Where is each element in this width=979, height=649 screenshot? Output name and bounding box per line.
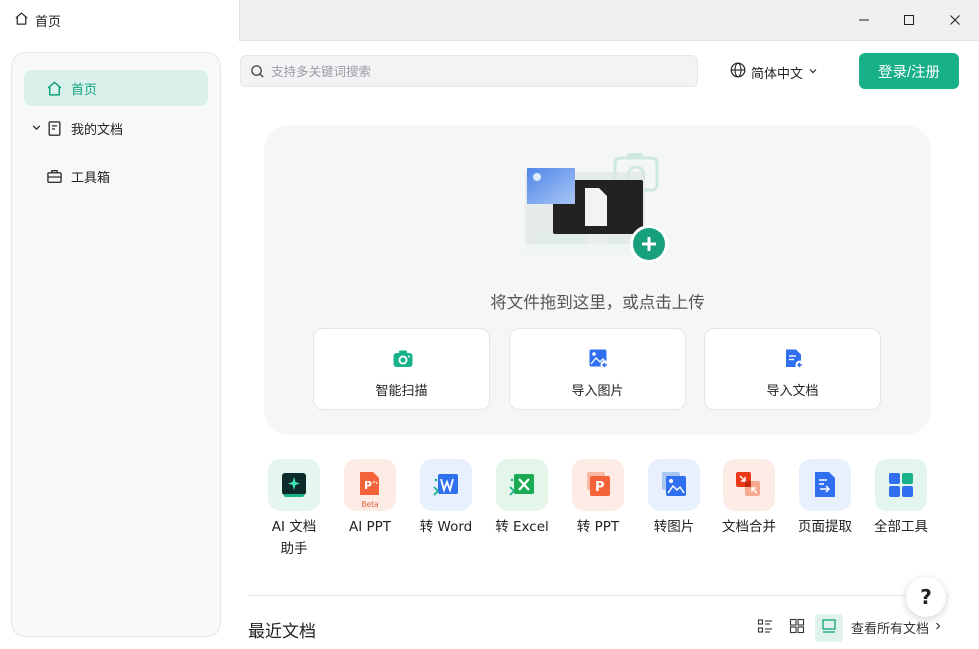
smart-scan-card[interactable]: 智能扫描 — [313, 328, 490, 410]
tool-label: 转 Word — [419, 519, 473, 535]
grid-view-icon — [789, 618, 805, 638]
list-view-button[interactable] — [751, 614, 779, 642]
tool-label: 转 Excel — [495, 519, 549, 535]
to-ppt-icon: P — [572, 459, 624, 511]
minimize-button[interactable] — [841, 0, 887, 40]
tool-label: AI PPT — [348, 519, 392, 535]
tool-label: 全部工具 — [874, 519, 928, 535]
home-icon — [14, 11, 29, 30]
to-image-icon — [648, 459, 700, 511]
tool-page-extract[interactable]: 页面提取 — [787, 459, 863, 559]
import-image-icon — [588, 348, 610, 370]
tool-label: AI 文档 助手 — [271, 519, 317, 557]
sidebar-item-home[interactable]: 首页 — [24, 70, 208, 106]
tool-all-tools[interactable]: 全部工具 — [863, 459, 939, 559]
to-word-icon — [420, 459, 472, 511]
tool-label: 转 PPT — [576, 519, 620, 535]
chevron-down-icon — [808, 65, 818, 80]
login-register-button[interactable]: 登录/注册 — [859, 53, 959, 89]
tool-to-image[interactable]: 转图片 — [636, 459, 712, 559]
sidebar-item-label: 我的文档 — [71, 123, 124, 138]
tool-to-word[interactable]: 转 Word — [408, 459, 484, 559]
sidebar-item-label: 首页 — [71, 83, 98, 98]
tool-ai-ppt[interactable]: P Beta AI PPT — [332, 459, 408, 559]
grid-view-button[interactable] — [783, 614, 811, 642]
tab-home[interactable]: 首页 — [0, 0, 240, 41]
help-button[interactable]: ? — [906, 577, 946, 617]
view-all-documents-link[interactable]: 查看所有文档 — [851, 618, 943, 637]
language-selector[interactable]: 简体中文 — [730, 62, 818, 82]
upload-illustration-icon — [515, 150, 675, 265]
close-button[interactable] — [932, 0, 978, 40]
import-document-icon — [783, 348, 805, 370]
title-bar: 首页 — [0, 0, 979, 41]
language-label: 简体中文 — [751, 66, 804, 82]
view-all-label: 查看所有文档 — [851, 622, 930, 637]
ai-ppt-icon: P Beta — [344, 459, 396, 511]
camera-scan-icon — [392, 348, 414, 370]
tool-ai-document-assistant[interactable]: AI 文档 助手 — [256, 459, 332, 559]
tab-label: 首页 — [35, 15, 62, 30]
search-input[interactable] — [271, 56, 691, 86]
tool-label: 转图片 — [653, 519, 695, 535]
document-icon — [46, 120, 63, 137]
list-view-icon — [757, 618, 773, 638]
search-bar — [240, 55, 698, 87]
to-excel-icon — [496, 459, 548, 511]
globe-icon — [730, 62, 746, 82]
sidebar-item-label: 工具箱 — [71, 171, 111, 186]
ai-document-icon — [268, 459, 320, 511]
toolbox-icon — [46, 168, 63, 185]
chevron-down-icon[interactable] — [31, 122, 42, 133]
tool-label: 页面提取 — [798, 519, 852, 535]
sidebar-item-my-documents[interactable]: 我的文档 — [24, 110, 208, 146]
card-label: 导入图片 — [571, 384, 624, 399]
svg-text:P: P — [364, 479, 372, 492]
preview-view-icon — [821, 618, 837, 638]
sidebar: 首页 我的文档 工具箱 — [11, 52, 221, 637]
tool-label: 文档合并 — [722, 519, 776, 535]
tool-merge-document[interactable]: 文档合并 — [711, 459, 787, 559]
maximize-button[interactable] — [886, 0, 932, 40]
preview-view-button[interactable] — [815, 614, 843, 642]
svg-text:P: P — [595, 480, 605, 495]
card-label: 智能扫描 — [375, 384, 428, 399]
home-icon — [46, 80, 63, 97]
recent-documents-title: 最近文档 — [248, 622, 316, 642]
tool-to-ppt[interactable]: P 转 PPT — [560, 459, 636, 559]
chevron-right-icon — [933, 620, 943, 635]
search-icon — [250, 64, 265, 79]
merge-document-icon — [723, 459, 775, 511]
upload-prompt: 将文件拖到这里，或点击上传 — [490, 293, 705, 312]
import-document-card[interactable]: 导入文档 — [704, 328, 881, 410]
import-image-card[interactable]: 导入图片 — [509, 328, 686, 410]
divider — [248, 595, 948, 596]
all-tools-icon — [875, 459, 927, 511]
card-label: 导入文档 — [766, 384, 819, 399]
sidebar-item-toolbox[interactable]: 工具箱 — [24, 158, 208, 194]
page-extract-icon — [799, 459, 851, 511]
tool-to-excel[interactable]: 转 Excel — [484, 459, 560, 559]
beta-badge: Beta — [361, 500, 379, 509]
